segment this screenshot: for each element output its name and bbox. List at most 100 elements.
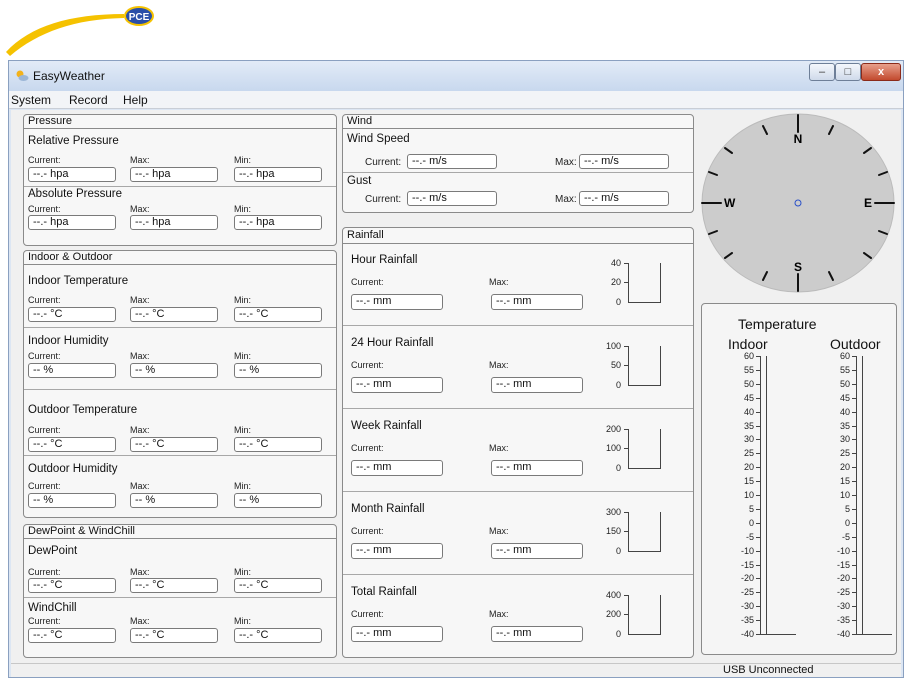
temp-scale-label: 50 [839,378,850,389]
rain-tick-top: 400 [605,590,621,600]
panel-title: Wind [343,115,693,129]
rain-tick-mid: 200 [605,609,621,619]
temp-scale-label: 50 [743,378,754,389]
current-label: Current: [351,526,384,536]
wind-direction-compass: N S W E [701,113,895,293]
indoor-column-title: Indoor [728,336,768,352]
rain-tick-bottom: 0 [615,463,621,473]
wind-speed-title: Wind Speed [347,133,410,145]
rain-tick-mid: 20 [610,277,621,287]
max-label: Max: [555,194,577,205]
temp-scale-label: 0 [844,517,850,528]
outdoor-humidity-max: -- % [130,493,218,508]
rainfall-section-title: Hour Rainfall [351,254,418,266]
outdoor-temperature-title: Outdoor Temperature [28,404,138,416]
wind-speed-max: --.- m/s [579,154,669,169]
rainfall-section: Month Rainfall Current: Max: --.- mm --.- mm… [343,495,693,578]
menu-record[interactable]: Record [69,93,108,107]
min-label: Min: [234,155,252,165]
title-bar: EasyWeather – □ x [9,61,903,91]
rainfall-current: --.- mm [351,294,443,310]
temp-scale-label: 30 [743,434,754,445]
temp-scale-label: -10 [740,545,754,556]
menu-system[interactable]: System [11,93,51,107]
gauge-left-wall [628,512,629,552]
rainfall-section: Total Rainfall Current: Max: --.- mm --.- mm… [343,578,693,661]
temp-scale-label: 10 [839,490,850,500]
rain-tick-top: 300 [605,507,621,517]
temp-scale-label: 60 [743,351,754,361]
rainfall-max: --.- mm [491,543,583,559]
current-label: Current: [365,194,402,205]
thermometer-base [856,634,892,635]
absolute-pressure-current: --.- hpa [28,215,116,230]
current-label: Current: [28,295,61,305]
outdoor-column-title: Outdoor [830,336,881,352]
indoor-humidity-current: -- % [28,363,116,378]
max-label: Max: [130,567,150,577]
weather-app-icon [16,70,29,81]
rain-tick-bottom: 0 [615,380,621,390]
indoor-humidity-title: Indoor Humidity [28,335,109,347]
thermometer-base [760,634,796,635]
temp-scale-label: 45 [743,392,754,403]
minimize-button[interactable]: – [809,63,835,81]
gauge-baseline [628,634,661,635]
gauge-left-wall [628,595,629,635]
maximize-button[interactable]: □ [835,63,861,81]
dewpoint-current: --.- °C [28,578,116,593]
rainfall-current: --.- mm [351,377,443,393]
rainfall-panel: Rainfall Hour Rainfall Current: Max: --.- m… [342,227,694,658]
relative-pressure-min: --.- hpa [234,167,322,182]
gauge-right-wall [660,595,661,635]
close-button[interactable]: x [861,63,901,81]
windchill-max: --.- °C [130,628,218,643]
rain-tick-bottom: 0 [615,297,621,307]
min-label: Min: [234,204,252,214]
gauge-left-wall [628,263,629,303]
wind-speed-current: --.- m/s [407,154,497,169]
rainfall-section: Hour Rainfall Current: Max: --.- mm --.- mm 4… [343,246,693,329]
pce-logo: PCE [124,6,154,26]
temp-scale-label: -30 [836,601,850,612]
indoor-temp-min: --.- °C [234,307,322,322]
min-label: Min: [234,425,252,435]
max-label: Max: [489,360,509,370]
min-label: Min: [234,351,252,361]
rain-tick-mid: 50 [610,360,621,370]
max-label: Max: [489,609,509,619]
panel-title: Rainfall [343,228,693,244]
rain-tick-bottom: 0 [615,546,621,556]
rain-tick-top: 100 [605,341,621,351]
temp-scale-label: 40 [743,406,754,417]
connection-status: USB Unconnected [723,664,814,676]
gauge-right-wall [660,263,661,303]
indoor-humidity-max: -- % [130,363,218,378]
current-label: Current: [28,155,61,165]
separator [24,455,336,456]
rainfall-current: --.- mm [351,460,443,476]
indoor-temperature-title: Indoor Temperature [28,275,129,287]
temp-scale-label: 40 [839,406,850,417]
max-label: Max: [130,425,150,435]
rainfall-max: --.- mm [491,460,583,476]
gust-current: --.- m/s [407,191,497,206]
rainfall-max: --.- mm [491,377,583,393]
windchill-title: WindChill [28,602,77,614]
dewpoint-max: --.- °C [130,578,218,593]
temp-scale-label: 55 [839,364,850,375]
temp-scale-label: 20 [743,462,754,473]
min-label: Min: [234,567,252,577]
max-label: Max: [130,295,150,305]
gauge-baseline [628,468,661,469]
compass-west-label: W [724,196,736,210]
menu-help[interactable]: Help [123,93,148,107]
compass-south-label: S [794,260,802,274]
temp-scale-label: 15 [743,476,754,487]
current-label: Current: [28,425,61,435]
rain-tick-top: 200 [605,424,621,434]
temp-scale-label: 20 [839,462,850,473]
current-label: Current: [28,204,61,214]
temp-scale-label: 15 [839,476,850,487]
dewpoint-min: --.- °C [234,578,322,593]
